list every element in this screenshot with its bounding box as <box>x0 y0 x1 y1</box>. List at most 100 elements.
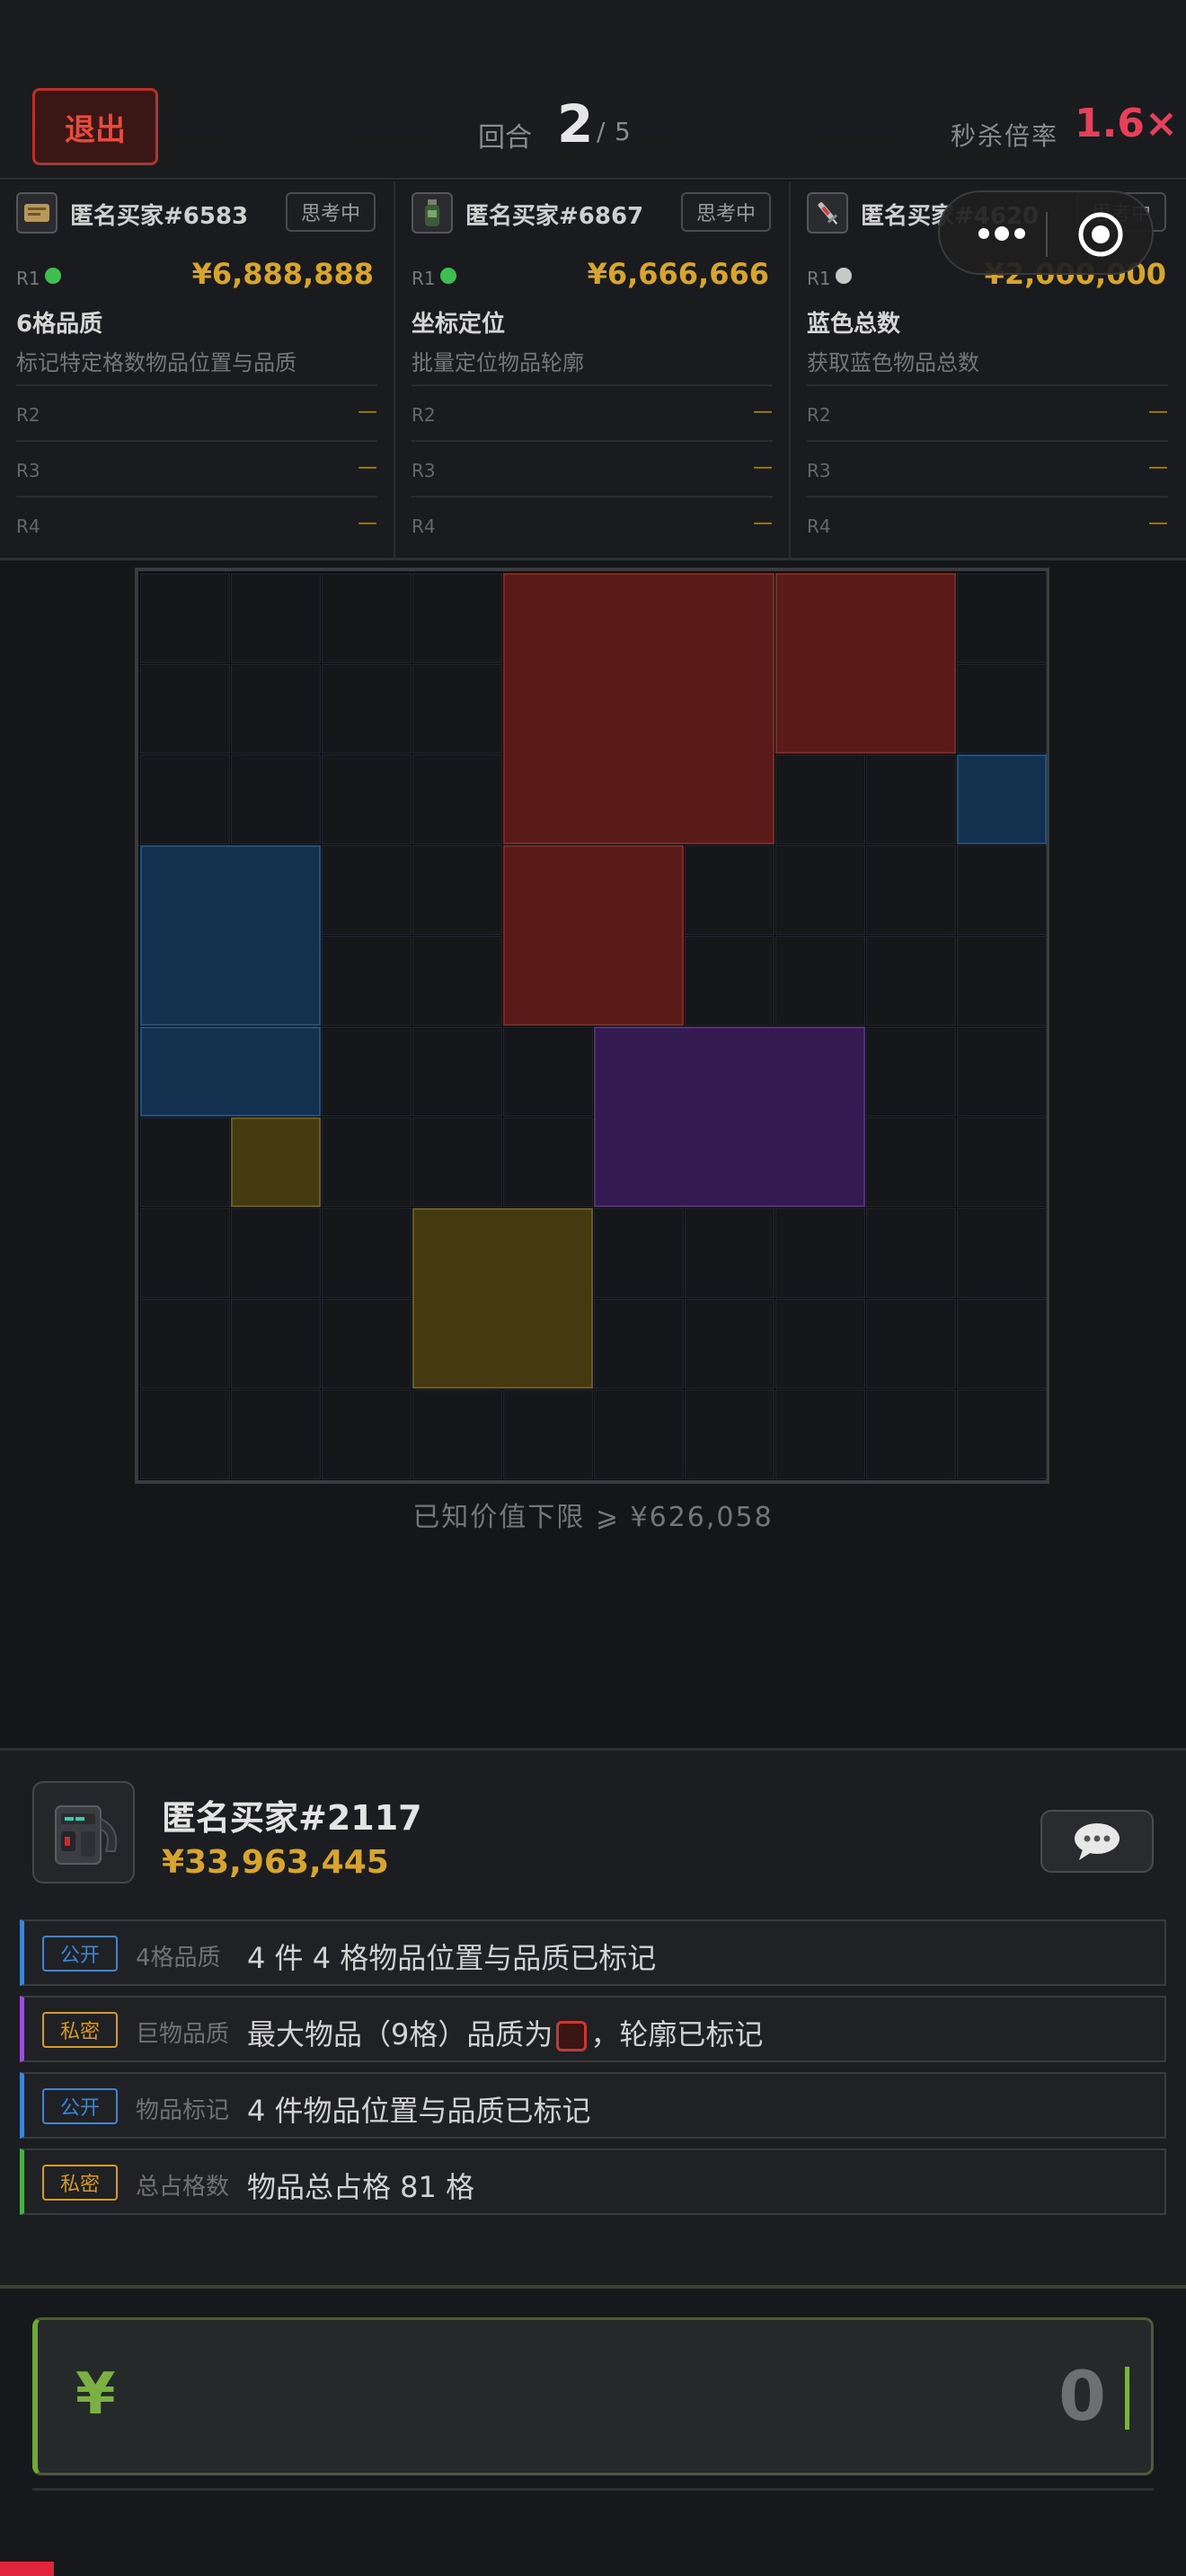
round-value: — <box>1148 512 1168 534</box>
round-row: R3 — <box>807 440 1168 496</box>
grid-cell <box>231 1299 321 1389</box>
bid-divider <box>32 2488 1154 2491</box>
clue-tag-private: 私密 <box>42 2165 118 2201</box>
round-label: R4 <box>807 516 831 537</box>
text-caret <box>1125 2367 1129 2430</box>
grid-cell <box>866 1208 956 1298</box>
item-blue <box>140 1027 321 1116</box>
clue-list: 公开 4格品质 4 件 4 格物品位置与品质已标记 私密 巨物品质 最大物品（9… <box>20 1919 1166 2225</box>
clue-item: 公开 4格品质 4 件 4 格物品位置与品质已标记 <box>20 1919 1166 1986</box>
syringe-item-icon <box>807 192 848 234</box>
backpack-avatar-icon <box>32 1781 135 1883</box>
round-value: — <box>753 456 773 479</box>
grid-cell <box>866 1299 956 1389</box>
grid-cell <box>685 1389 774 1479</box>
clue-text-after: ，轮廓已标记 <box>590 2017 764 2051</box>
grid-cell <box>957 1027 1047 1116</box>
more-dots-icon[interactable] <box>961 212 1042 255</box>
capsule-divider <box>1046 212 1048 257</box>
bidder-status-badge: 思考中 <box>681 192 771 232</box>
grid-cell <box>412 1117 502 1207</box>
item-red <box>503 845 684 1026</box>
round-1-label: R1 <box>16 268 40 289</box>
grid-cell <box>140 1299 230 1389</box>
grid-cell <box>503 1117 593 1207</box>
round-value: — <box>753 512 773 534</box>
grid-cell <box>685 1299 774 1389</box>
round-label: R2 <box>807 404 831 426</box>
bidder-price: ¥6,666,666 <box>587 257 769 291</box>
grid-cell <box>775 1389 865 1479</box>
grid-cell <box>775 936 865 1026</box>
grid-cell <box>957 664 1047 754</box>
corner-indicator <box>0 2562 54 2576</box>
grid-cell <box>594 1299 684 1389</box>
round-row: R2 — <box>807 384 1168 440</box>
grid-cell <box>412 1027 502 1116</box>
known-value-lower-bound: 已知价值下限 ⩾ ¥626,058 <box>412 1502 774 1533</box>
grid-cell <box>140 754 230 844</box>
round-1-label: R1 <box>412 268 436 289</box>
bidder-skill-desc: 获取蓝色物品总数 <box>807 350 979 375</box>
clue-category: 总占格数 <box>136 2174 230 2201</box>
grid-cell <box>322 1299 412 1389</box>
bidder-skill-desc: 批量定位物品轮廓 <box>412 350 584 375</box>
bidder-price: ¥6,888,888 <box>191 257 374 291</box>
chat-button[interactable] <box>1040 1810 1154 1873</box>
round-current: 2 <box>557 93 594 154</box>
bidder-card: 匿名买家#6867 思考中 R1 ¥6,666,666 坐标定位 批量定位物品轮… <box>395 181 791 560</box>
round-label: R4 <box>412 516 436 537</box>
clue-text: 4 件物品位置与品质已标记 <box>247 2094 591 2128</box>
round-label: R4 <box>16 516 40 537</box>
round-value: — <box>753 401 773 423</box>
grid-cell <box>322 1208 412 1298</box>
grid-cell <box>685 1208 774 1298</box>
bidder-card: 匿名买家#6583 思考中 R1 ¥6,888,888 6格品质 标记特定格数物… <box>0 181 395 560</box>
grid-cell <box>412 754 502 844</box>
target-close-icon[interactable] <box>1076 210 1125 259</box>
grid-cell <box>594 1208 684 1298</box>
grid-cell <box>231 754 321 844</box>
bottle-item-icon <box>412 192 453 234</box>
round-separator: / <box>597 117 606 146</box>
grid-cell <box>775 1299 865 1389</box>
grid-cell <box>503 1027 593 1116</box>
grid-cell <box>140 573 230 663</box>
player-panel: 匿名买家#2117 ¥33,963,445 公开 4格品质 4 件 4 格物品位… <box>0 1748 1186 2290</box>
bidder-skill: 6格品质 <box>16 311 103 338</box>
grid-cell <box>412 1389 502 1479</box>
round-value: — <box>358 512 377 534</box>
player-name: 匿名买家#2117 <box>162 1798 422 1838</box>
item-gold <box>231 1117 321 1207</box>
exit-button[interactable]: 退出 <box>32 88 158 165</box>
inventory-grid <box>135 568 1049 1484</box>
grid-cell <box>231 573 321 663</box>
round-value: — <box>358 401 377 423</box>
grid-cell <box>140 1208 230 1298</box>
bid-value: 0 <box>1058 2356 1106 2436</box>
clue-tag-public: 公开 <box>42 2088 118 2124</box>
grid-cell <box>775 1208 865 1298</box>
item-blue <box>957 754 1047 844</box>
clue-category: 4格品质 <box>136 1945 221 1972</box>
grid-cell <box>866 1389 956 1479</box>
player-money: ¥33,963,445 <box>162 1844 389 1881</box>
currency-symbol: ¥ <box>75 2361 116 2428</box>
round-1-label: R1 <box>807 268 831 289</box>
clue-item: 私密 巨物品质 最大物品（9格）品质为 ，轮廓已标记 <box>20 1996 1166 2062</box>
status-dot-icon <box>440 268 456 284</box>
grid-cell <box>322 1117 412 1207</box>
status-dot-icon <box>836 268 852 284</box>
grid-cell <box>957 936 1047 1026</box>
grid-cell <box>775 754 865 844</box>
grid-cell <box>866 936 956 1026</box>
round-value: — <box>1148 456 1168 479</box>
clue-text-before: 最大物品（9格）品质为 <box>247 2017 553 2051</box>
clue-text: 物品总占格 81 格 <box>247 2170 475 2204</box>
grid-cell <box>322 1389 412 1479</box>
grid-cell <box>957 1389 1047 1479</box>
round-row: R2 — <box>16 384 377 440</box>
grid-cell <box>322 573 412 663</box>
grid-cell <box>322 754 412 844</box>
bid-input-field[interactable]: ¥ 0 <box>32 2317 1154 2475</box>
